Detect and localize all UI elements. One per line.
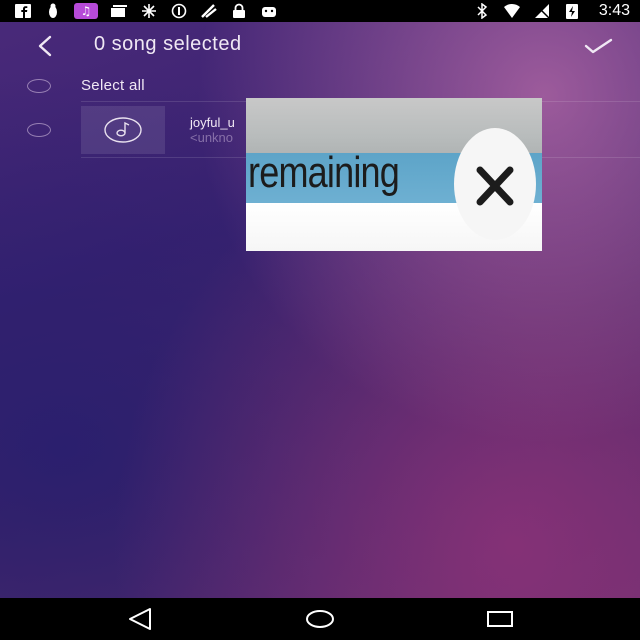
- spam-icon: [200, 3, 218, 19]
- page-title: 0 song selected: [94, 33, 242, 55]
- album-art: [81, 106, 165, 154]
- overlay-ad[interactable]: remaining: [246, 98, 542, 251]
- back-triangle-icon: [129, 608, 151, 630]
- nav-recents-button[interactable]: [484, 606, 516, 632]
- navigation-bar: [0, 598, 640, 640]
- back-button[interactable]: [28, 30, 60, 62]
- bluetooth-icon: [473, 3, 491, 19]
- chevron-left-icon: [38, 35, 52, 57]
- confirm-button[interactable]: [580, 30, 616, 62]
- select-all-label: Select all: [81, 77, 145, 94]
- info-icon: [170, 3, 188, 19]
- nav-home-button[interactable]: [304, 606, 336, 632]
- cards-icon: [110, 3, 128, 19]
- facebook-icon: [14, 3, 32, 19]
- app-screen: ♫ 3:43 0 song selected Select all joyful…: [0, 0, 640, 640]
- song-title: joyful_u: [190, 115, 235, 130]
- android-icon: [260, 3, 278, 19]
- notification-icons: ♫: [14, 0, 290, 22]
- ad-close-button[interactable]: [454, 128, 536, 240]
- recents-square-icon: [487, 611, 513, 627]
- song-select-radio[interactable]: [27, 123, 51, 137]
- close-icon: [476, 166, 514, 206]
- selection-header: 0 song selected: [0, 22, 640, 70]
- status-bar: ♫ 3:43: [0, 0, 640, 22]
- clock: 3:43: [598, 2, 630, 19]
- check-icon: [584, 38, 613, 54]
- select-all-radio[interactable]: [27, 79, 51, 93]
- lock-icon: [230, 3, 248, 19]
- home-circle-icon: [306, 610, 334, 628]
- battery-charging-icon: [563, 3, 581, 19]
- star-icon: [140, 3, 158, 19]
- music-note-icon: [104, 117, 142, 143]
- nav-back-button[interactable]: [124, 606, 156, 632]
- ad-remaining-text: remaining: [248, 148, 400, 197]
- system-icons: 3:43: [473, 0, 630, 22]
- music-notification-icon: ♫: [74, 3, 98, 19]
- signal-icon: [533, 3, 551, 19]
- song-artist: <unkno: [190, 130, 234, 145]
- bug-icon: [44, 3, 62, 19]
- wifi-icon: [503, 3, 521, 19]
